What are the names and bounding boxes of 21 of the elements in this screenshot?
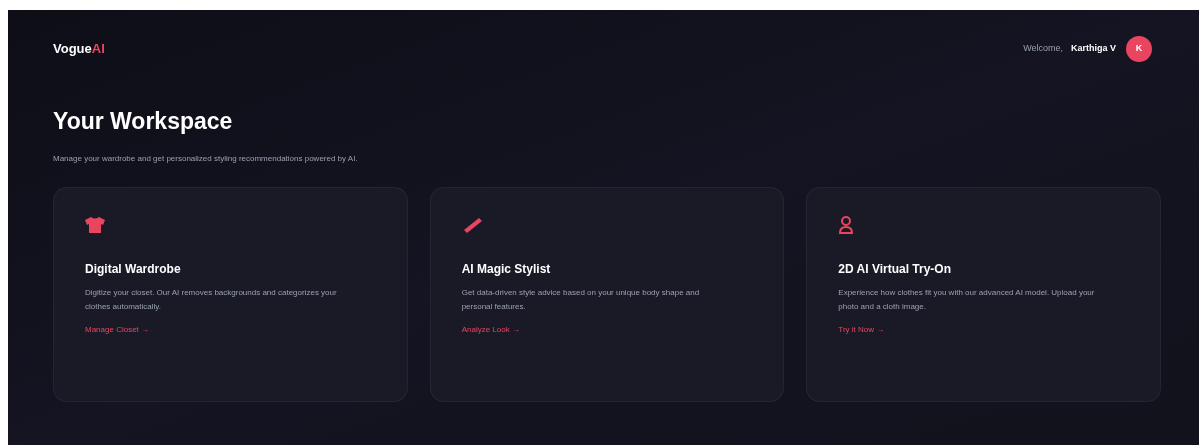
shirt-icon [85,217,105,233]
card-description: Get data-driven style advice based on your unique body shape and personal features. [461,287,701,313]
feature-card[interactable]: AI Magic Stylist Get data-driven style advice based on your unique body shape and personal features. Analyze Look → [429,187,785,402]
person-icon [838,216,855,234]
feature-card[interactable]: 2D AI Virtual Try-On Experience how clothes fit you with our advanced AI model. Upload your photo and a cloth image. Try it Now → [806,187,1161,402]
card-link[interactable]: Manage Closet → [85,324,150,336]
user-name: Karthiga V [1071,42,1116,56]
page-title: Your Workspace [53,110,234,133]
brand-logo: Vogue [53,40,92,59]
card-link[interactable]: Try it Now → [838,324,885,336]
card-link[interactable]: Analyze Look → [461,324,520,336]
feature-card[interactable]: Digital Wardrobe Digitize your closet. Our AI removes backgrounds and categorizes your clothes automatically. Manage Closet → [53,187,408,402]
card-description: Digitize your closet. Our AI removes backgrounds and categorizes your clothes automatically. [85,287,338,313]
welcome-text: Welcome, [1023,42,1063,56]
card-description: Experience how clothes fit you with our advanced AI model. Upload your photo and a cloth image. [838,287,1096,313]
card-title: Digital Wardrobe [85,261,182,278]
card-title: 2D AI Virtual Try-On [838,261,953,278]
card-title: AI Magic Stylist [461,261,552,278]
page-subtitle: Manage your wardrobe and get personalized styling recommendations powered by AI. [53,153,359,165]
brand-logo-accent: AI [91,40,105,59]
user-avatar[interactable]: K [1126,36,1152,62]
